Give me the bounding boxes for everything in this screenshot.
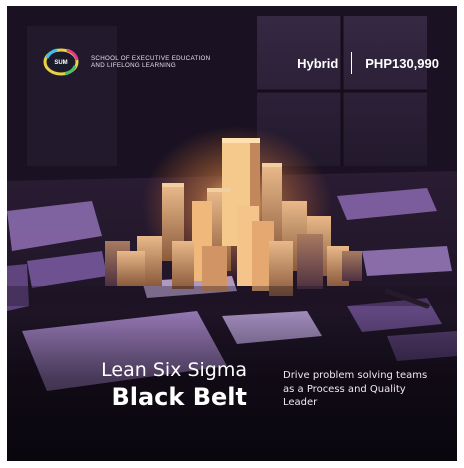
school-logo: SUM SCHOOL OF EXECUTIVE EDUCATION AND LI… xyxy=(43,48,211,76)
course-title: Lean Six Sigma Black Belt xyxy=(77,358,247,412)
promo-banner: SUM SCHOOL OF EXECUTIVE EDUCATION AND LI… xyxy=(7,6,457,461)
course-title-line1: Lean Six Sigma xyxy=(101,359,247,381)
delivery-mode: Hybrid xyxy=(297,55,339,71)
course-price: PHP130,990 xyxy=(365,55,439,71)
course-title-line2: Black Belt xyxy=(111,383,247,411)
course-subtitle: Drive problem solving teams as a Process… xyxy=(283,370,428,408)
logo-mark-icon: SUM xyxy=(43,48,79,76)
logo-mark-text: SUM xyxy=(54,60,67,66)
course-meta: Hybrid PHP130,990 xyxy=(297,52,439,74)
divider xyxy=(351,52,353,74)
school-name: SCHOOL OF EXECUTIVE EDUCATION AND LIFELO… xyxy=(91,54,211,70)
